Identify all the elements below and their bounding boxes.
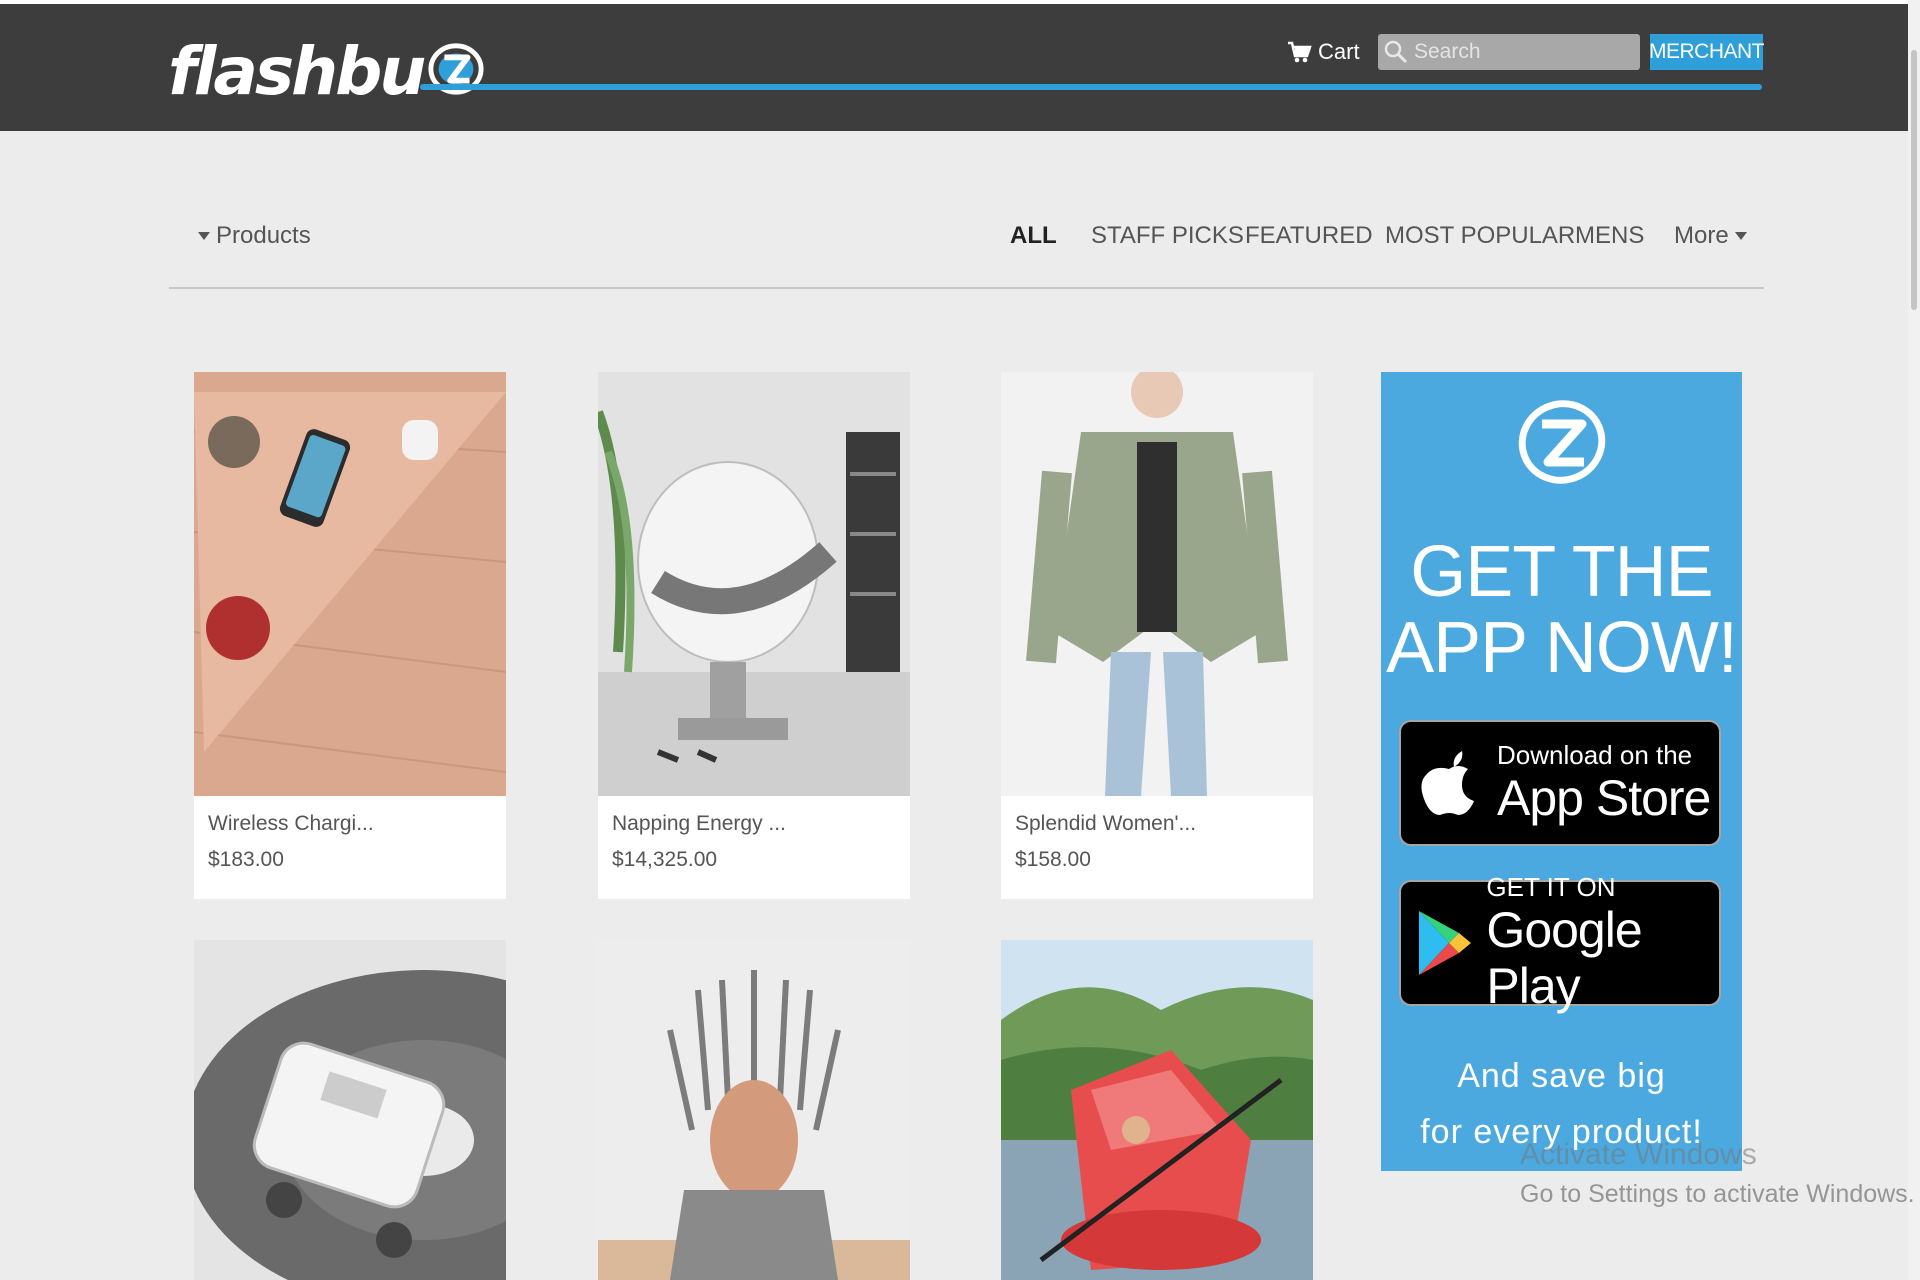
tab-featured[interactable]: FEATURED [1245,222,1373,250]
product-photo [598,372,910,796]
product-image-kayak-tent[interactable] [1001,940,1313,1280]
product-card[interactable] [194,940,506,1280]
products-dropdown[interactable]: Products [198,222,311,250]
caret-down-icon [198,232,210,240]
product-price: $183.00 [208,848,284,871]
product-name[interactable]: Wireless Chargi... [208,812,374,836]
flashbuz-logo[interactable]: flashbu [168,32,485,112]
tab-more[interactable]: More [1674,222,1747,250]
product-image-camper-van-speaker[interactable] [194,940,506,1280]
tab-staff-picks[interactable]: STAFF PICKS [1091,222,1244,250]
product-photo [194,940,506,1280]
tab-all[interactable]: ALL [1010,222,1057,250]
google-play-big-text: Google Play [1486,902,1642,1014]
merchant-button[interactable]: MERCHANT [1649,34,1765,70]
promo-headline-line1: GET THE [1410,532,1713,612]
tab-mens[interactable]: MENS [1575,222,1644,250]
promo-tagline-line1: And save big [1457,1057,1666,1095]
app-store-big-text: App Store [1497,770,1711,826]
product-price: $14,325.00 [612,848,718,871]
product-card[interactable] [598,940,910,1280]
google-play-icon [1401,895,1486,991]
tab-more-label: More [1674,222,1729,249]
cart-icon [1288,41,1312,63]
site-header: flashbu Cart MERCHANT [0,4,1908,131]
cart-label: Cart [1318,39,1360,64]
logo-text: flashbu [168,33,426,110]
scrollbar-thumb[interactable] [1911,50,1917,310]
activate-windows-subtitle: Go to Settings to activate Windows. [1520,1180,1915,1208]
app-store-small-text: Download on the [1497,740,1693,770]
products-label: Products [216,222,311,249]
caret-down-icon [1734,232,1747,240]
product-name[interactable]: Splendid Women'... [1015,812,1196,836]
product-card[interactable]: Splendid Women'... $158.00 [1001,372,1313,899]
product-price: $158.00 [1015,848,1091,871]
promo-headline: GET THE APP NOW! [1381,534,1742,686]
product-photo [1001,940,1313,1280]
product-image-utility-jacket[interactable] [1001,372,1313,796]
product-image-energy-pod-chair[interactable] [598,372,910,796]
product-photo [194,372,506,796]
tab-most-popular[interactable]: MOST POPULAR [1385,222,1575,250]
header-accent-line [420,84,1762,90]
app-store-button[interactable]: Download on the App Store [1399,720,1721,846]
search-input[interactable] [1410,39,1636,65]
activate-windows-title: Activate Windows [1520,1138,1757,1171]
google-play-button[interactable]: GET IT ON Google Play [1399,872,1721,1014]
filter-divider [169,287,1764,289]
product-card[interactable] [1001,940,1313,1280]
product-photo [598,940,910,1280]
app-promo-banner[interactable]: GET THE APP NOW! Download on the App Sto… [1381,372,1742,1171]
product-image-wireless-charging-table[interactable] [194,372,506,796]
product-photo [1001,372,1313,796]
apple-icon [1401,735,1497,831]
flashbuz-z-logo-icon [1518,400,1606,484]
cart-link[interactable]: Cart [1286,34,1360,70]
search-box[interactable] [1378,34,1640,70]
promo-headline-line2: APP NOW! [1386,608,1738,688]
search-icon [1384,40,1408,64]
product-name[interactable]: Napping Energy ... [612,812,786,836]
product-card[interactable]: Wireless Chargi... $183.00 [194,372,506,899]
google-play-small-text: GET IT ON [1486,872,1616,902]
product-card[interactable]: Napping Energy ... $14,325.00 [598,372,910,899]
product-image-iron-throne-egg-cup[interactable] [598,940,910,1280]
